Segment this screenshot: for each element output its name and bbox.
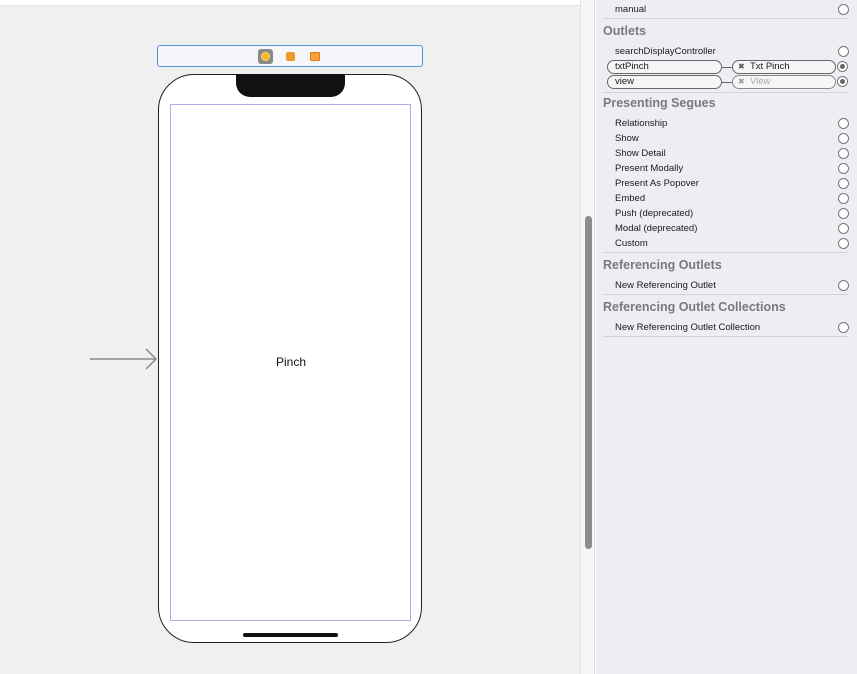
connection-circle-icon[interactable] (838, 118, 849, 129)
section-divider (603, 252, 848, 253)
new-referencing-outlet: New Referencing Outlet (615, 278, 851, 293)
outlet-source: txtPinch (607, 60, 722, 74)
remove-connection-icon[interactable]: ✖ (738, 61, 745, 73)
connection-circle-icon[interactable] (838, 322, 849, 333)
segue-custom: Custom (615, 236, 851, 251)
connections-inspector: manual Outlets searchDisplayController t… (596, 0, 857, 674)
new-referencing-outlet-label: New Referencing Outlet (615, 280, 716, 291)
connection-circle-icon[interactable] (838, 193, 849, 204)
segue-label: Show Detail (615, 148, 666, 159)
connection-circle-icon[interactable] (838, 280, 849, 291)
new-referencing-outlet-collection: New Referencing Outlet Collection (615, 320, 851, 335)
scene-dock[interactable] (157, 45, 423, 67)
home-indicator (243, 633, 338, 637)
entry-point-arrow-icon[interactable] (90, 348, 160, 370)
connection-circle-icon[interactable] (838, 133, 849, 144)
outlet-target[interactable]: ✖ View (732, 75, 836, 89)
outlet-target[interactable]: ✖ Txt Pinch (732, 60, 836, 74)
connection-circle-icon[interactable] (838, 178, 849, 189)
storyboard-canvas[interactable]: Pinch (0, 0, 580, 674)
presenting-segues-header: Presenting Segues (603, 96, 716, 110)
manual-label: manual (615, 4, 647, 15)
exit-icon[interactable] (308, 49, 323, 64)
connection-circle-icon[interactable] (838, 4, 849, 15)
outlet-label: searchDisplayController (615, 46, 716, 57)
outlet-target-label: View (750, 76, 771, 87)
first-responder-icon[interactable] (283, 49, 298, 64)
segue-label: Custom (615, 238, 648, 249)
connection-circle-icon[interactable] (837, 76, 848, 87)
segue-label: Relationship (615, 118, 668, 129)
segue-label: Show (615, 133, 639, 144)
connection-circle-icon[interactable] (837, 61, 848, 72)
segue-relationship: Relationship (615, 116, 851, 131)
outlet-search-display-controller: searchDisplayController (615, 44, 851, 59)
connection-circle-icon[interactable] (838, 238, 849, 249)
canvas-scrollbar[interactable] (585, 216, 592, 549)
segue-label: Modal (deprecated) (615, 223, 698, 234)
section-divider (603, 294, 848, 295)
section-divider (603, 18, 848, 19)
connection-circle-icon[interactable] (838, 148, 849, 159)
device-notch (236, 74, 345, 97)
segue-present-modally: Present Modally (615, 161, 851, 176)
segue-present-as-popover: Present As Popover (615, 176, 851, 191)
view-controller-icon[interactable] (257, 48, 273, 64)
segue-show: Show (615, 131, 851, 146)
segue-label: Push (deprecated) (615, 208, 694, 219)
canvas-top-bar (0, 0, 580, 6)
segue-label: Present Modally (615, 163, 684, 174)
new-referencing-outlet-collection-label: New Referencing Outlet Collection (615, 322, 761, 333)
section-divider (603, 336, 848, 337)
iphone-frame[interactable]: Pinch (158, 74, 422, 643)
triggered-segue-manual: manual (615, 2, 851, 17)
segue-show-detail: Show Detail (615, 146, 851, 161)
pinch-label[interactable]: Pinch (159, 355, 423, 369)
referencing-outlet-collections-header: Referencing Outlet Collections (603, 300, 786, 314)
referencing-outlets-header: Referencing Outlets (603, 258, 722, 272)
connection-circle-icon[interactable] (838, 223, 849, 234)
outlet-connection-view[interactable]: view ✖ View (607, 75, 848, 89)
segue-modal-deprecated: Modal (deprecated) (615, 221, 851, 236)
outlet-connection-txtpinch[interactable]: txtPinch ✖ Txt Pinch (607, 60, 848, 74)
outlet-target-label: Txt Pinch (750, 61, 790, 72)
connection-circle-icon[interactable] (838, 46, 849, 57)
connection-circle-icon[interactable] (838, 208, 849, 219)
section-divider (603, 92, 848, 93)
segue-push-deprecated: Push (deprecated) (615, 206, 851, 221)
remove-connection-icon[interactable]: ✖ (738, 76, 745, 88)
segue-label: Embed (615, 193, 646, 204)
outlet-source: view (607, 75, 722, 89)
segue-label: Present As Popover (615, 178, 699, 189)
outlets-header: Outlets (603, 24, 647, 38)
connection-circle-icon[interactable] (838, 163, 849, 174)
segue-embed: Embed (615, 191, 851, 206)
